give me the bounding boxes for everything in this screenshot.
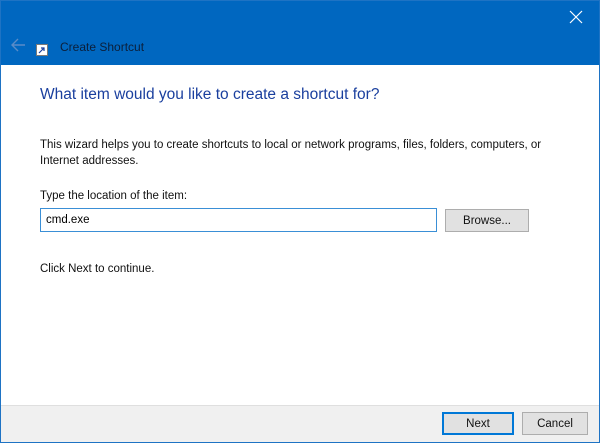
- cancel-button[interactable]: Cancel: [522, 412, 588, 435]
- create-shortcut-window: Create Shortcut What item would you like…: [0, 0, 600, 443]
- browse-button[interactable]: Browse...: [445, 209, 529, 232]
- wizard-content: What item would you like to create a sho…: [1, 65, 599, 405]
- close-icon: [569, 10, 583, 24]
- continue-instruction: Click Next to continue.: [40, 263, 155, 275]
- wizard-description: This wizard helps you to create shortcut…: [40, 139, 542, 167]
- location-input[interactable]: [40, 208, 437, 232]
- wizard-heading: What item would you like to create a sho…: [40, 86, 380, 103]
- window-title: Create Shortcut: [60, 40, 145, 54]
- location-label: Type the location of the item:: [40, 190, 188, 202]
- button-bar: Next Cancel: [1, 405, 599, 442]
- shortcut-icon: [36, 43, 48, 56]
- next-button[interactable]: Next: [442, 412, 514, 435]
- title-bar: Create Shortcut: [1, 1, 599, 65]
- back-arrow-icon[interactable]: [9, 37, 27, 53]
- close-button[interactable]: [553, 1, 599, 33]
